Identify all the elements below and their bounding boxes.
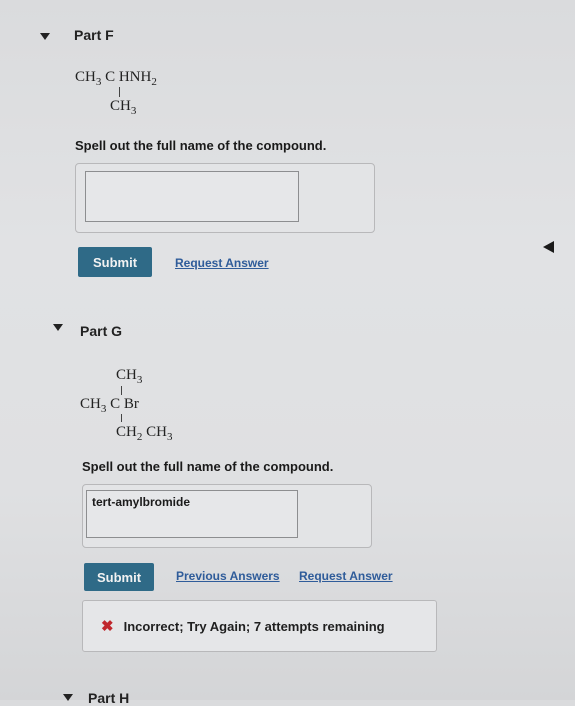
part-g-previous-answers-link[interactable]: Previous Answers xyxy=(176,569,280,583)
part-g-bond-top xyxy=(121,386,122,395)
collapse-caret-icon[interactable] xyxy=(53,324,63,331)
part-g-formula-middle: CH3 C Br xyxy=(80,396,139,415)
part-g-answer-input[interactable]: tert-amylbromide xyxy=(86,490,298,538)
part-f-request-answer-link[interactable]: Request Answer xyxy=(175,256,269,270)
part-g-title: Part G xyxy=(80,323,123,339)
part-g-formula-bottom: CH2 CH3 xyxy=(116,424,173,443)
part-f-answer-input[interactable] xyxy=(85,171,299,222)
part-f-formula-branch: CH3 xyxy=(110,98,137,117)
part-f-prompt: Spell out the full name of the compound. xyxy=(75,138,327,153)
part-g-request-answer-link[interactable]: Request Answer xyxy=(299,569,393,583)
part-h-title: Part H xyxy=(88,690,130,706)
part-g-feedback-banner: ✖ Incorrect; Try Again; 7 attempts remai… xyxy=(82,600,437,652)
part-f-title: Part F xyxy=(74,27,114,43)
part-g-submit-button[interactable]: Submit xyxy=(84,563,154,591)
part-f-formula-main: CH3 C HNH2 xyxy=(75,69,157,88)
mouse-cursor-icon xyxy=(543,241,554,253)
part-g-formula-top: CH3 xyxy=(116,367,143,386)
collapse-caret-icon[interactable] xyxy=(40,33,50,40)
part-g-bond-bottom xyxy=(121,414,122,422)
part-f-submit-button[interactable]: Submit xyxy=(78,247,152,277)
part-g-prompt: Spell out the full name of the compound. xyxy=(82,459,334,474)
part-f-bond xyxy=(119,87,120,97)
x-icon: ✖ xyxy=(101,618,114,635)
feedback-text: Incorrect; Try Again; 7 attempts remaini… xyxy=(123,618,385,634)
